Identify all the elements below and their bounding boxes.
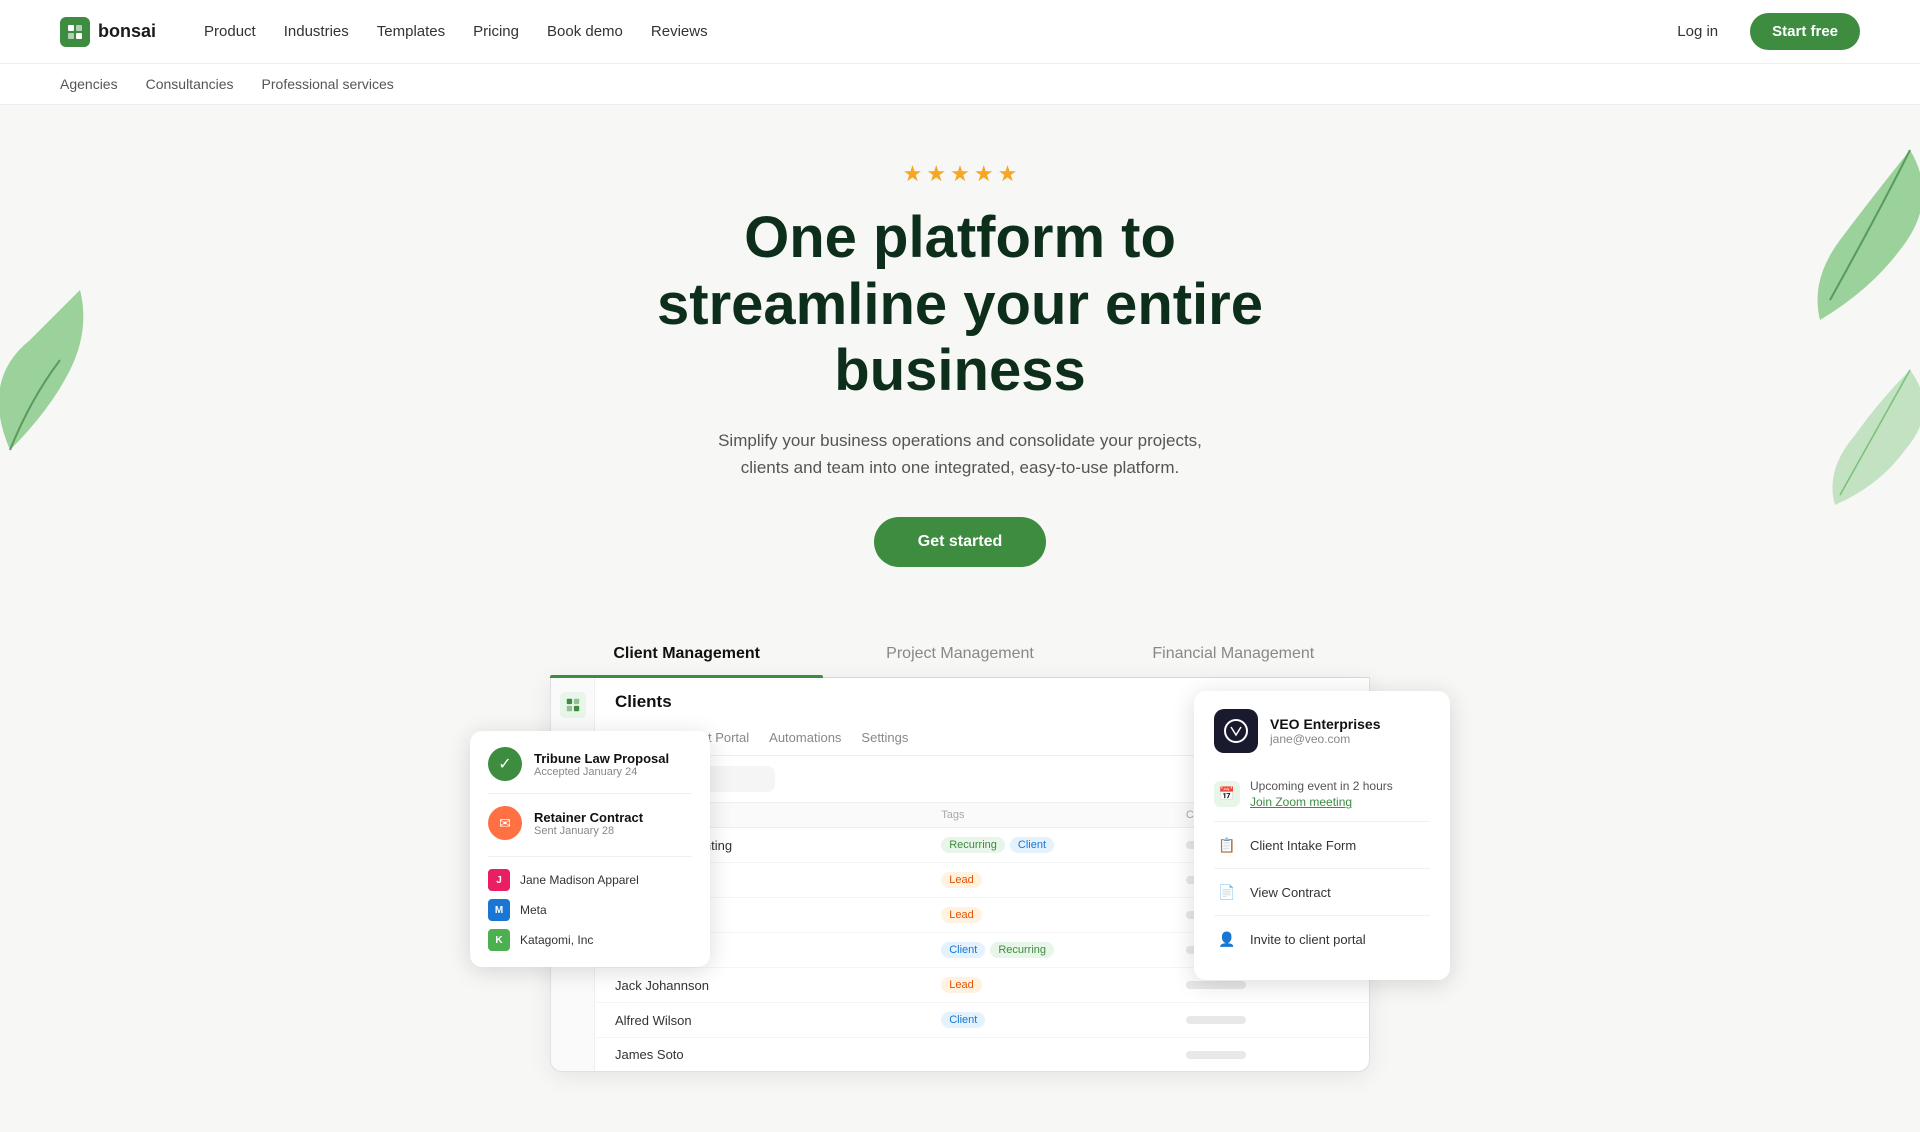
feature-tabs: Client Management Project Management Fin…: [550, 631, 1370, 678]
table-row-6: James Soto: [595, 1038, 1369, 1071]
float-card-right: VEO Enterprises jane@veo.com 📅 Upcoming …: [1194, 691, 1450, 980]
star-2: ★: [926, 161, 946, 187]
contract-title: Retainer Contract: [534, 810, 643, 825]
tab-client-management[interactable]: Client Management: [550, 631, 823, 677]
star-1: ★: [903, 161, 923, 187]
contract-icon: 📄: [1214, 879, 1240, 905]
veo-email: jane@veo.com: [1270, 732, 1381, 746]
demo-subtab-settings[interactable]: Settings: [861, 722, 908, 755]
nav-link-reviews[interactable]: Reviews: [639, 15, 720, 48]
hero-title: One platform to streamline your entire b…: [20, 205, 1900, 405]
float-client-row-1: M Meta: [488, 899, 692, 921]
float-client-row-0: J Jane Madison Apparel: [488, 869, 692, 891]
proposal-subtitle: Accepted January 24: [534, 766, 669, 778]
demo-subtab-automations[interactable]: Automations: [769, 722, 841, 755]
nav-links: Product Industries Templates Pricing Boo…: [192, 15, 1661, 48]
hero-stars: ★ ★ ★ ★ ★: [20, 161, 1900, 187]
veo-logo: [1214, 709, 1258, 753]
float-client-row-2: K Katagomi, Inc: [488, 929, 692, 951]
get-started-button[interactable]: Get started: [874, 517, 1046, 567]
veo-item-contract[interactable]: 📄 View Contract: [1214, 869, 1430, 916]
zoom-link[interactable]: Join Zoom meeting: [1250, 795, 1352, 809]
hero-section: ★ ★ ★ ★ ★ One platform to streamline you…: [0, 105, 1920, 599]
event-label: Upcoming event in 2 hours: [1250, 779, 1393, 793]
email-icon: ✉: [488, 806, 522, 840]
veo-company-name: VEO Enterprises: [1270, 716, 1381, 732]
subnav-agencies[interactable]: Agencies: [60, 76, 118, 92]
hero-subtitle: Simplify your business operations and co…: [700, 427, 1220, 481]
form-icon: 📋: [1214, 832, 1240, 858]
intake-label: Client Intake Form: [1250, 838, 1356, 853]
sidebar-icon-logo: [560, 692, 586, 718]
brand-name: bonsai: [98, 21, 156, 42]
logo-icon: [60, 17, 90, 47]
tab-project-management[interactable]: Project Management: [823, 631, 1096, 677]
star-5: ★: [998, 161, 1018, 187]
proposal-title: Tribune Law Proposal: [534, 751, 669, 766]
calendar-icon: 📅: [1214, 781, 1240, 807]
navbar: bonsai Product Industries Templates Pric…: [0, 0, 1920, 64]
login-button[interactable]: Log in: [1661, 15, 1734, 48]
brand-logo[interactable]: bonsai: [60, 17, 156, 47]
nav-link-industries[interactable]: Industries: [272, 15, 361, 48]
float-item-contract: ✉ Retainer Contract Sent January 28: [488, 806, 692, 840]
person-icon: 👤: [1214, 926, 1240, 952]
check-icon: ✓: [488, 747, 522, 781]
veo-item-event: 📅 Upcoming event in 2 hours Join Zoom me…: [1214, 769, 1430, 822]
star-4: ★: [974, 161, 994, 187]
nav-link-pricing[interactable]: Pricing: [461, 15, 531, 48]
table-row-5: Alfred Wilson Client: [595, 1003, 1369, 1038]
contract-subtitle: Sent January 28: [534, 825, 643, 837]
nav-link-book-demo[interactable]: Book demo: [535, 15, 635, 48]
nav-right: Log in Start free: [1661, 13, 1860, 50]
contract-label: View Contract: [1250, 885, 1331, 900]
subnav-consultancies[interactable]: Consultancies: [146, 76, 234, 92]
nav-link-product[interactable]: Product: [192, 15, 268, 48]
nav-link-templates[interactable]: Templates: [365, 15, 457, 48]
star-3: ★: [950, 161, 970, 187]
float-card-left: ✓ Tribune Law Proposal Accepted January …: [470, 731, 710, 967]
subnav: Agencies Consultancies Professional serv…: [0, 64, 1920, 105]
tab-financial-management[interactable]: Financial Management: [1097, 631, 1370, 677]
start-free-button[interactable]: Start free: [1750, 13, 1860, 50]
veo-item-intake[interactable]: 📋 Client Intake Form: [1214, 822, 1430, 869]
portal-label: Invite to client portal: [1250, 932, 1366, 947]
float-item-proposal: ✓ Tribune Law Proposal Accepted January …: [488, 747, 692, 781]
veo-item-portal[interactable]: 👤 Invite to client portal: [1214, 916, 1430, 962]
veo-header: VEO Enterprises jane@veo.com: [1214, 709, 1430, 753]
subnav-professional-services[interactable]: Professional services: [262, 76, 394, 92]
